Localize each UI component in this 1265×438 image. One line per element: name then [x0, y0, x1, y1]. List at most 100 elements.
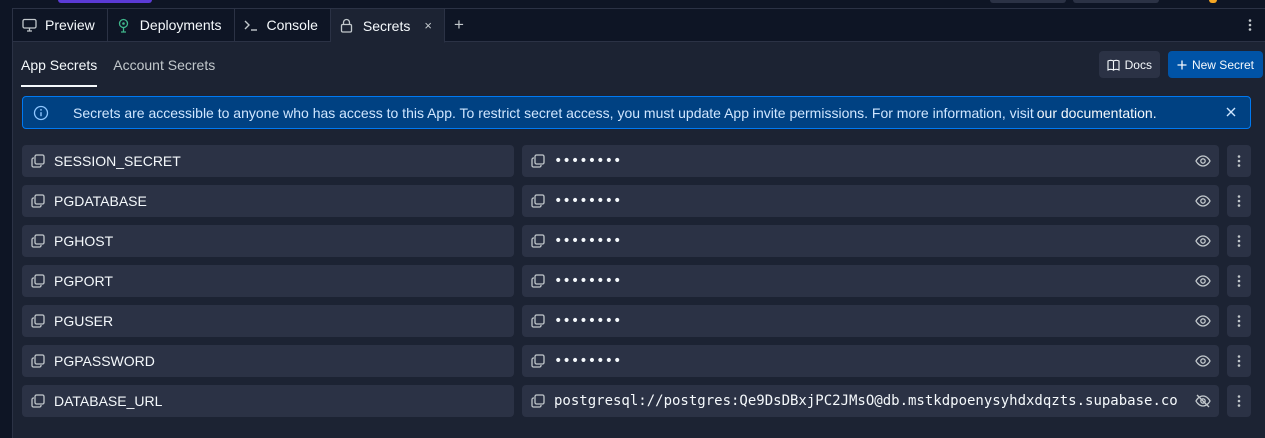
- secret-key: DATABASE_URL: [54, 393, 163, 409]
- copy-icon[interactable]: [30, 393, 46, 409]
- secret-value: ••••••••: [554, 353, 622, 369]
- tab-console[interactable]: Console: [234, 9, 331, 41]
- lock-icon: [339, 18, 355, 34]
- secret-key: PGDATABASE: [54, 193, 147, 209]
- secret-row: SESSION_SECRET ••••••••: [22, 145, 1252, 177]
- eye-icon[interactable]: [1195, 353, 1211, 369]
- top-accent: [58, 0, 152, 3]
- info-banner: Secrets are accessible to anyone who has…: [22, 96, 1251, 129]
- top-button-a[interactable]: [990, 0, 1066, 3]
- secret-key: PGUSER: [54, 313, 114, 329]
- tab-label: Preview: [45, 17, 95, 33]
- more-options-icon[interactable]: [1227, 145, 1251, 177]
- copy-icon[interactable]: [30, 353, 46, 369]
- secret-row: DATABASE_URL postgresql://postgres:Qe9DsD…: [22, 385, 1252, 417]
- secret-value-field[interactable]: ••••••••: [522, 185, 1219, 217]
- copy-icon[interactable]: [30, 153, 46, 169]
- secret-key-field[interactable]: PGHOST: [22, 225, 514, 257]
- secret-key: PGPORT: [54, 273, 113, 289]
- more-options-icon[interactable]: [1227, 225, 1251, 257]
- secret-value-field[interactable]: ••••••••: [522, 345, 1219, 377]
- secret-value: ••••••••: [554, 193, 622, 209]
- copy-icon[interactable]: [530, 313, 546, 329]
- secret-key-field[interactable]: PGUSER: [22, 305, 514, 337]
- secret-value-field[interactable]: ••••••••: [522, 265, 1219, 297]
- copy-icon[interactable]: [30, 233, 46, 249]
- secret-row: PGPASSWORD ••••••••: [22, 345, 1252, 377]
- tab-app-secrets[interactable]: App Secrets: [13, 42, 105, 87]
- banner-text: Secrets are accessible to anyone who has…: [73, 104, 1034, 121]
- new-secret-label: New Secret: [1191, 57, 1254, 72]
- copy-icon[interactable]: [530, 273, 546, 289]
- secret-value: ••••••••: [554, 153, 622, 169]
- more-options-icon[interactable]: [1227, 385, 1251, 417]
- secret-value: ••••••••: [554, 233, 622, 249]
- docs-button[interactable]: Docs: [1098, 51, 1160, 78]
- new-secret-button[interactable]: New Secret: [1167, 51, 1263, 78]
- secrets-panel: Preview Deployments Console Secrets × +: [12, 8, 1265, 438]
- top-button-b[interactable]: [1073, 0, 1159, 3]
- secret-key-field[interactable]: PGDATABASE: [22, 185, 514, 217]
- copy-icon[interactable]: [30, 273, 46, 289]
- tab-account-secrets[interactable]: Account Secrets: [105, 42, 223, 87]
- tab-secrets[interactable]: Secrets ×: [330, 9, 445, 43]
- secret-key: PGPASSWORD: [54, 353, 155, 369]
- top-dot: [1209, 0, 1217, 3]
- secret-value-field[interactable]: ••••••••: [522, 225, 1219, 257]
- eye-icon[interactable]: [1195, 153, 1211, 169]
- secret-key: SESSION_SECRET: [54, 153, 181, 169]
- copy-icon[interactable]: [530, 153, 546, 169]
- tab-menu-icon[interactable]: [1242, 17, 1258, 33]
- secret-key: PGHOST: [54, 233, 114, 249]
- copy-icon[interactable]: [30, 313, 46, 329]
- close-icon[interactable]: [1224, 105, 1238, 119]
- info-icon: [33, 105, 49, 121]
- tab-preview[interactable]: Preview: [13, 9, 108, 41]
- tab-deployments[interactable]: Deployments: [107, 9, 235, 41]
- secret-key-field[interactable]: PGPORT: [22, 265, 514, 297]
- eye-icon[interactable]: [1195, 193, 1211, 209]
- copy-icon[interactable]: [530, 193, 546, 209]
- monitor-icon: [21, 17, 37, 33]
- add-tab-button[interactable]: +: [445, 9, 473, 41]
- plus-icon: [1177, 60, 1187, 70]
- eye-icon[interactable]: [1195, 313, 1211, 329]
- secret-key-field[interactable]: PGPASSWORD: [22, 345, 514, 377]
- more-options-icon[interactable]: [1227, 345, 1251, 377]
- copy-icon[interactable]: [530, 233, 546, 249]
- deployments-icon: [116, 17, 132, 33]
- secret-value: postgresql://postgres:Qe9DsDBxjPC2JMsO@d…: [554, 393, 1178, 409]
- more-options-icon[interactable]: [1227, 185, 1251, 217]
- secret-row: PGDATABASE ••••••••: [22, 185, 1252, 217]
- more-options-icon[interactable]: [1227, 305, 1251, 337]
- window-top-strip: [0, 0, 1265, 4]
- tab-label: Deployments: [139, 17, 222, 33]
- documentation-link[interactable]: our documentation.: [1037, 105, 1157, 121]
- secrets-subtabs: App Secrets Account Secrets Docs New Sec…: [13, 42, 1265, 87]
- copy-icon[interactable]: [530, 393, 546, 409]
- copy-icon[interactable]: [30, 193, 46, 209]
- secret-key-field[interactable]: SESSION_SECRET: [22, 145, 514, 177]
- secret-key-field[interactable]: DATABASE_URL: [22, 385, 514, 417]
- more-options-icon[interactable]: [1227, 265, 1251, 297]
- close-tab-icon[interactable]: ×: [424, 18, 432, 33]
- eye-off-icon[interactable]: [1195, 393, 1211, 409]
- secret-row: PGUSER ••••••••: [22, 305, 1252, 337]
- secret-value: ••••••••: [554, 313, 622, 329]
- secret-value: ••••••••: [554, 273, 622, 289]
- secret-value-field[interactable]: ••••••••: [522, 305, 1219, 337]
- tab-label: Console: [266, 17, 318, 33]
- secret-row: PGHOST ••••••••: [22, 225, 1252, 257]
- terminal-icon: [243, 17, 259, 33]
- tab-bar: Preview Deployments Console Secrets × +: [13, 9, 1265, 43]
- secret-value-field[interactable]: ••••••••: [522, 145, 1219, 177]
- docs-label: Docs: [1124, 57, 1152, 72]
- secret-row: PGPORT ••••••••: [22, 265, 1252, 297]
- eye-icon[interactable]: [1195, 273, 1211, 289]
- tab-label: Secrets: [362, 17, 411, 34]
- secret-value-field[interactable]: postgresql://postgres:Qe9DsDBxjPC2JMsO@d…: [522, 385, 1219, 417]
- secrets-list: SESSION_SECRET •••••••• PGDATABASE ••••••••…: [22, 145, 1252, 425]
- eye-icon[interactable]: [1195, 233, 1211, 249]
- book-icon: [1107, 59, 1120, 71]
- copy-icon[interactable]: [530, 353, 546, 369]
